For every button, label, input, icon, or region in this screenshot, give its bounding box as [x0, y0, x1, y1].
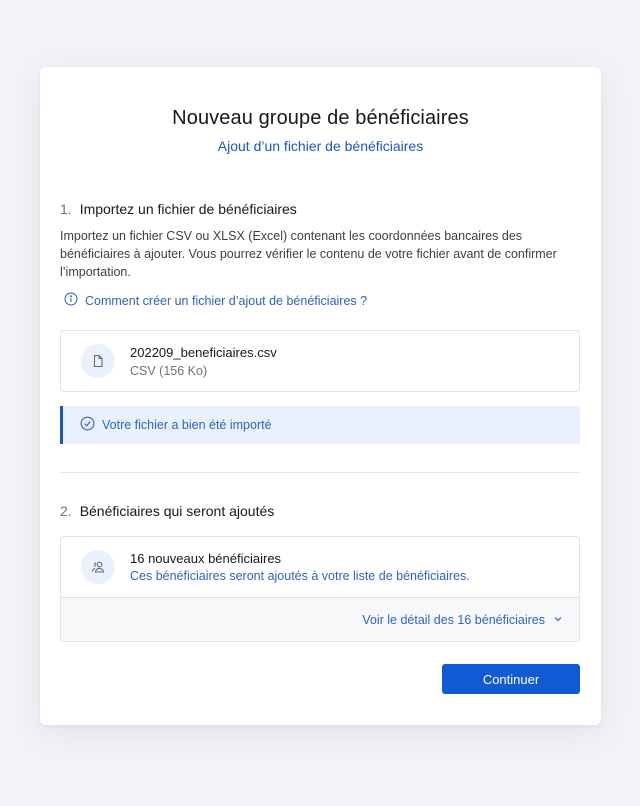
step-1-title: 1. Importez un fichier de bénéficiaires [60, 201, 297, 217]
check-circle-icon [80, 416, 95, 434]
step-1-description: Importez un fichier CSV ou XLSX (Excel) … [60, 229, 557, 279]
view-details-label[interactable]: Voir le détail des 16 bénéficiaires [362, 613, 545, 627]
beneficiaries-summary: 16 nouveaux bénéficiaires Ces bénéficiai… [60, 536, 580, 642]
page-title: Nouveau groupe de bénéficiaires [172, 107, 469, 129]
step-2-number: 2. [60, 503, 72, 519]
uploaded-file: 202209_beneficiaires.csv CSV (156 Ko) [60, 330, 580, 392]
view-details-toggle[interactable]: Voir le détail des 16 bénéficiaires [61, 597, 579, 641]
step-2-title: 2. Bénéficiaires qui seront ajoutés [60, 503, 274, 519]
dialog-card: Nouveau groupe de bénéficiaires Ajout d’… [40, 67, 601, 725]
step-1-label: Importez un fichier de bénéficiaires [79, 201, 297, 217]
step-1-number: 1. [60, 201, 72, 217]
help-link-label[interactable]: Comment créer un fichier d’ajout de béné… [85, 294, 367, 308]
section-divider [60, 472, 580, 473]
help-link[interactable]: Comment créer un fichier d’ajout de béné… [64, 292, 367, 309]
page-subtitle: Ajout d’un fichier de bénéficiaires [217, 138, 424, 154]
continue-button[interactable]: Continuer [442, 664, 580, 694]
file-meta: CSV (156 Ko) [130, 364, 208, 378]
info-icon [64, 292, 78, 309]
chevron-down-icon[interactable] [553, 613, 563, 627]
beneficiaries-count: 16 nouveaux bénéficiaires [130, 551, 282, 566]
success-message: Votre fichier a bien été importé [102, 418, 272, 432]
file-icon [81, 344, 115, 378]
beneficiaries-note: Ces bénéficiaires seront ajoutés à votre… [130, 569, 470, 583]
success-banner: Votre fichier a bien été importé [60, 406, 580, 444]
step-2-label: Bénéficiaires qui seront ajoutés [79, 503, 275, 519]
users-icon [81, 550, 115, 584]
file-name: 202209_beneficiaires.csv [130, 345, 277, 360]
